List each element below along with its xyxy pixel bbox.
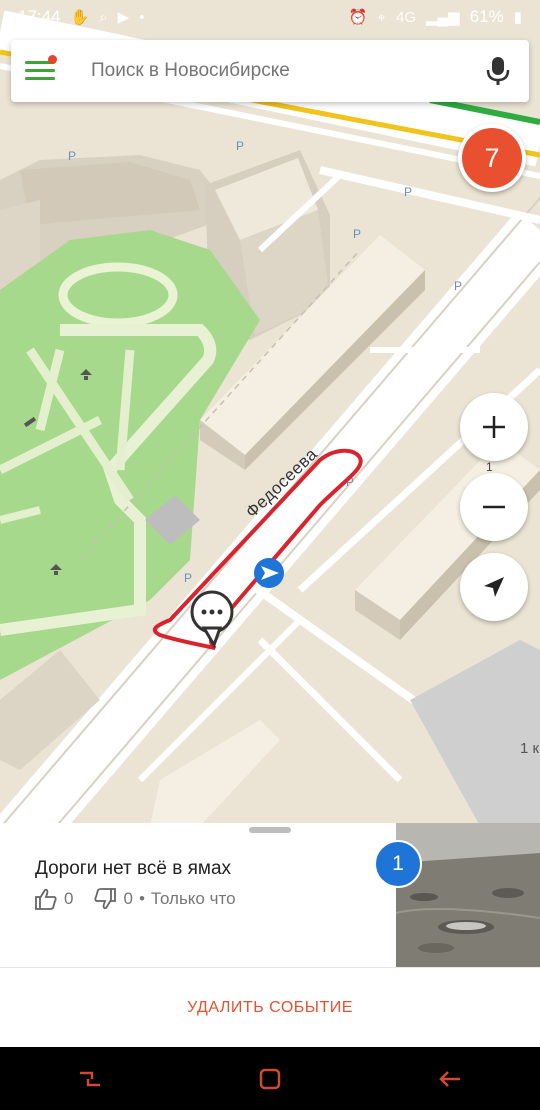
- status-bar: 17:44 ✋ ⌕ ▶ • ⏰ ⌖ 4G ▂▄▆ 61% ▮: [0, 0, 540, 34]
- notifications-count: 7: [462, 128, 522, 188]
- event-meta: 0 0 • Только что: [34, 888, 236, 910]
- parking-label-1: P: [68, 149, 76, 163]
- youtube-icon: ▶: [117, 9, 130, 26]
- battery-icon: ▮: [513, 9, 522, 26]
- parking-label-2: P: [236, 139, 244, 153]
- notification-icon: ✋: [70, 9, 90, 26]
- drag-handle[interactable]: [249, 827, 291, 833]
- map-view[interactable]: P P P P P P P Федосеева 1 1 к: [0, 0, 540, 826]
- thumbs-down-icon[interactable]: [93, 888, 117, 910]
- event-photo[interactable]: [396, 823, 540, 967]
- event-title: Дороги нет всё в ямах: [35, 858, 232, 879]
- back-icon[interactable]: [436, 1065, 464, 1093]
- recent-apps-icon[interactable]: [76, 1065, 104, 1093]
- notifications-button[interactable]: 7: [458, 124, 526, 192]
- parking-label-4: P: [353, 227, 361, 241]
- likes-count: 0: [64, 889, 74, 908]
- scale-label: 1 к: [520, 740, 540, 757]
- map-canvas: P P P P P P P: [0, 0, 540, 826]
- system-nav-bar: [0, 1047, 540, 1110]
- hamburger-icon: [25, 61, 55, 81]
- navigation-arrow-icon: [484, 577, 504, 597]
- action-bar: УДАЛИТЬ СОБЫТИЕ: [0, 967, 540, 1048]
- parking-label-5: P: [454, 279, 462, 293]
- network-type: 4G: [395, 8, 416, 26]
- zoom-level: 1: [486, 460, 493, 474]
- minus-icon: [483, 505, 505, 509]
- home-icon[interactable]: [256, 1065, 284, 1093]
- zoom-out-button[interactable]: [460, 473, 528, 541]
- parking-label-3: P: [404, 185, 412, 199]
- parking-label-7: P: [184, 571, 192, 585]
- microphone-icon: [486, 57, 510, 85]
- plus-icon: [483, 416, 505, 438]
- meta-separator: •: [138, 889, 145, 908]
- alarm-icon: ⏰: [348, 9, 368, 26]
- delete-event-button[interactable]: УДАЛИТЬ СОБЫТИЕ: [181, 998, 359, 1018]
- menu-button[interactable]: [11, 40, 69, 102]
- search-input[interactable]: [69, 50, 467, 92]
- photo-count-badge: 1: [374, 840, 422, 888]
- pothole-photo: [396, 823, 540, 967]
- dot-icon: •: [139, 8, 145, 26]
- signal-icon: ▂▄▆: [426, 9, 460, 26]
- search-bar: [11, 40, 529, 102]
- thumbs-up-icon[interactable]: [34, 888, 58, 910]
- event-time: Только что: [150, 889, 236, 908]
- voice-search-button[interactable]: [467, 40, 529, 102]
- my-location-button[interactable]: [460, 553, 528, 621]
- status-time: 17:44: [18, 7, 61, 26]
- battery-percent: 61%: [469, 7, 504, 26]
- dislikes-count: 0: [123, 889, 133, 908]
- location-status-icon: ⌖: [377, 8, 386, 26]
- menu-notification-dot: [48, 55, 57, 64]
- search-status-icon: ⌕: [99, 8, 108, 26]
- zoom-in-button[interactable]: [460, 393, 528, 461]
